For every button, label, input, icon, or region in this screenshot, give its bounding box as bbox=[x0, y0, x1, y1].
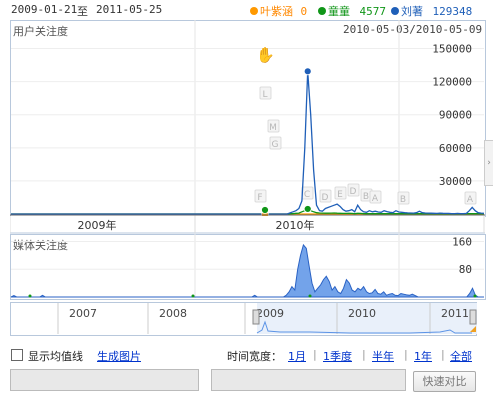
annotation-label: A bbox=[372, 194, 379, 204]
time-option-all[interactable]: 全部 bbox=[450, 348, 472, 364]
legend-value: 4577 bbox=[359, 5, 387, 18]
end-date[interactable]: 2011-05-25 bbox=[96, 3, 162, 16]
annotation-label: D bbox=[350, 187, 357, 197]
y-tick-label: 80 bbox=[459, 263, 472, 276]
annotation-label: G bbox=[272, 140, 279, 150]
annotation-label: B bbox=[363, 192, 369, 202]
time-option-1-year[interactable]: 1年 bbox=[414, 348, 432, 364]
legend-item-tongtong[interactable]: 童童 4577 bbox=[318, 3, 386, 19]
compare-input-2[interactable] bbox=[211, 369, 406, 391]
annotation-label: F bbox=[257, 193, 262, 203]
baseline-dot bbox=[308, 294, 312, 298]
media-attention-chart[interactable]: 80 160 bbox=[10, 234, 485, 300]
start-date[interactable]: 2009-01-21 bbox=[11, 3, 77, 16]
annotation-label: E bbox=[337, 190, 343, 200]
point-tongtong bbox=[261, 206, 269, 214]
annotation-label: D bbox=[322, 193, 329, 203]
overview-year-label: 2011 bbox=[441, 307, 469, 320]
legend-label: 叶紫涵 bbox=[260, 5, 293, 18]
legend-dot-icon bbox=[250, 7, 258, 15]
legend-value: 0 bbox=[300, 5, 308, 18]
compare-input-1[interactable] bbox=[10, 369, 199, 391]
time-option-1-quarter[interactable]: 1季度 bbox=[323, 348, 352, 364]
annotation-label: M bbox=[269, 123, 277, 133]
overview-year-label: 2010 bbox=[348, 307, 376, 320]
legend-value: 129348 bbox=[432, 5, 473, 18]
legend-label: 童童 bbox=[328, 5, 350, 18]
baseline-dot bbox=[28, 294, 32, 298]
quick-compare-button[interactable]: 快速对比 bbox=[413, 371, 476, 392]
peak-point-刘著 bbox=[303, 67, 312, 76]
overview-year-label: 2008 bbox=[159, 307, 187, 320]
separator: | bbox=[362, 348, 366, 361]
annotation-label: C bbox=[304, 190, 310, 200]
annotation-label: B bbox=[400, 195, 406, 205]
media-area bbox=[10, 243, 484, 298]
y-tick-label: 30000 bbox=[439, 175, 472, 188]
legend-dot-icon bbox=[318, 7, 326, 15]
legend-item-liuzhu[interactable]: 刘著 129348 bbox=[391, 3, 472, 19]
separator: | bbox=[404, 348, 408, 361]
separator: | bbox=[313, 348, 317, 361]
show-average-checkbox[interactable] bbox=[11, 349, 23, 361]
overview-timeline-chart[interactable]: 2007 2008 2009 2010 2011 bbox=[10, 302, 477, 336]
separator: | bbox=[441, 348, 445, 361]
y-tick-label: 60000 bbox=[439, 142, 472, 155]
y-tick-label: 150000 bbox=[432, 43, 472, 56]
date-range-header: 2009-01-21 至 2011-05-25 叶紫涵 0 童童 4577 刘著… bbox=[0, 0, 494, 20]
overview-year-label: 2007 bbox=[69, 307, 97, 320]
legend-item-yezihan[interactable]: 叶紫涵 0 bbox=[250, 3, 307, 19]
generate-image-link[interactable]: 生成图片 bbox=[97, 348, 141, 364]
time-option-half-year[interactable]: 半年 bbox=[372, 348, 394, 364]
user-attention-chart[interactable]: 300006000090000120000150000LMGF C D E D B A B A✋… bbox=[10, 20, 485, 234]
series-line-刘著 bbox=[11, 71, 485, 215]
time-width-label: 时间宽度： bbox=[227, 350, 282, 363]
overview-left-handle[interactable] bbox=[252, 309, 260, 325]
overview-right-handle[interactable] bbox=[469, 309, 477, 325]
annotation-label: A bbox=[467, 195, 474, 205]
y-tick-label: 160 bbox=[452, 235, 472, 248]
overview-year-label: 2009 bbox=[256, 307, 284, 320]
x-tick-label: 2009年 bbox=[78, 218, 117, 232]
baseline-dot bbox=[473, 294, 477, 298]
side-collapse-tab[interactable]: › bbox=[484, 140, 493, 186]
annotation-label: L bbox=[262, 90, 267, 100]
legend-dot-icon bbox=[391, 7, 399, 15]
range-separator: 至 bbox=[77, 5, 88, 18]
legend-label: 刘著 bbox=[401, 5, 423, 18]
show-average-label: 显示均值线 bbox=[28, 350, 83, 363]
time-option-1-month[interactable]: 1月 bbox=[288, 348, 306, 364]
peak-point-童童 bbox=[303, 205, 312, 213]
y-tick-label: 90000 bbox=[439, 109, 472, 122]
baseline-dot bbox=[191, 294, 195, 298]
hand-cursor-icon: ✋ bbox=[256, 46, 275, 64]
x-tick-label: 2010年 bbox=[276, 218, 315, 232]
y-tick-label: 120000 bbox=[432, 76, 472, 89]
